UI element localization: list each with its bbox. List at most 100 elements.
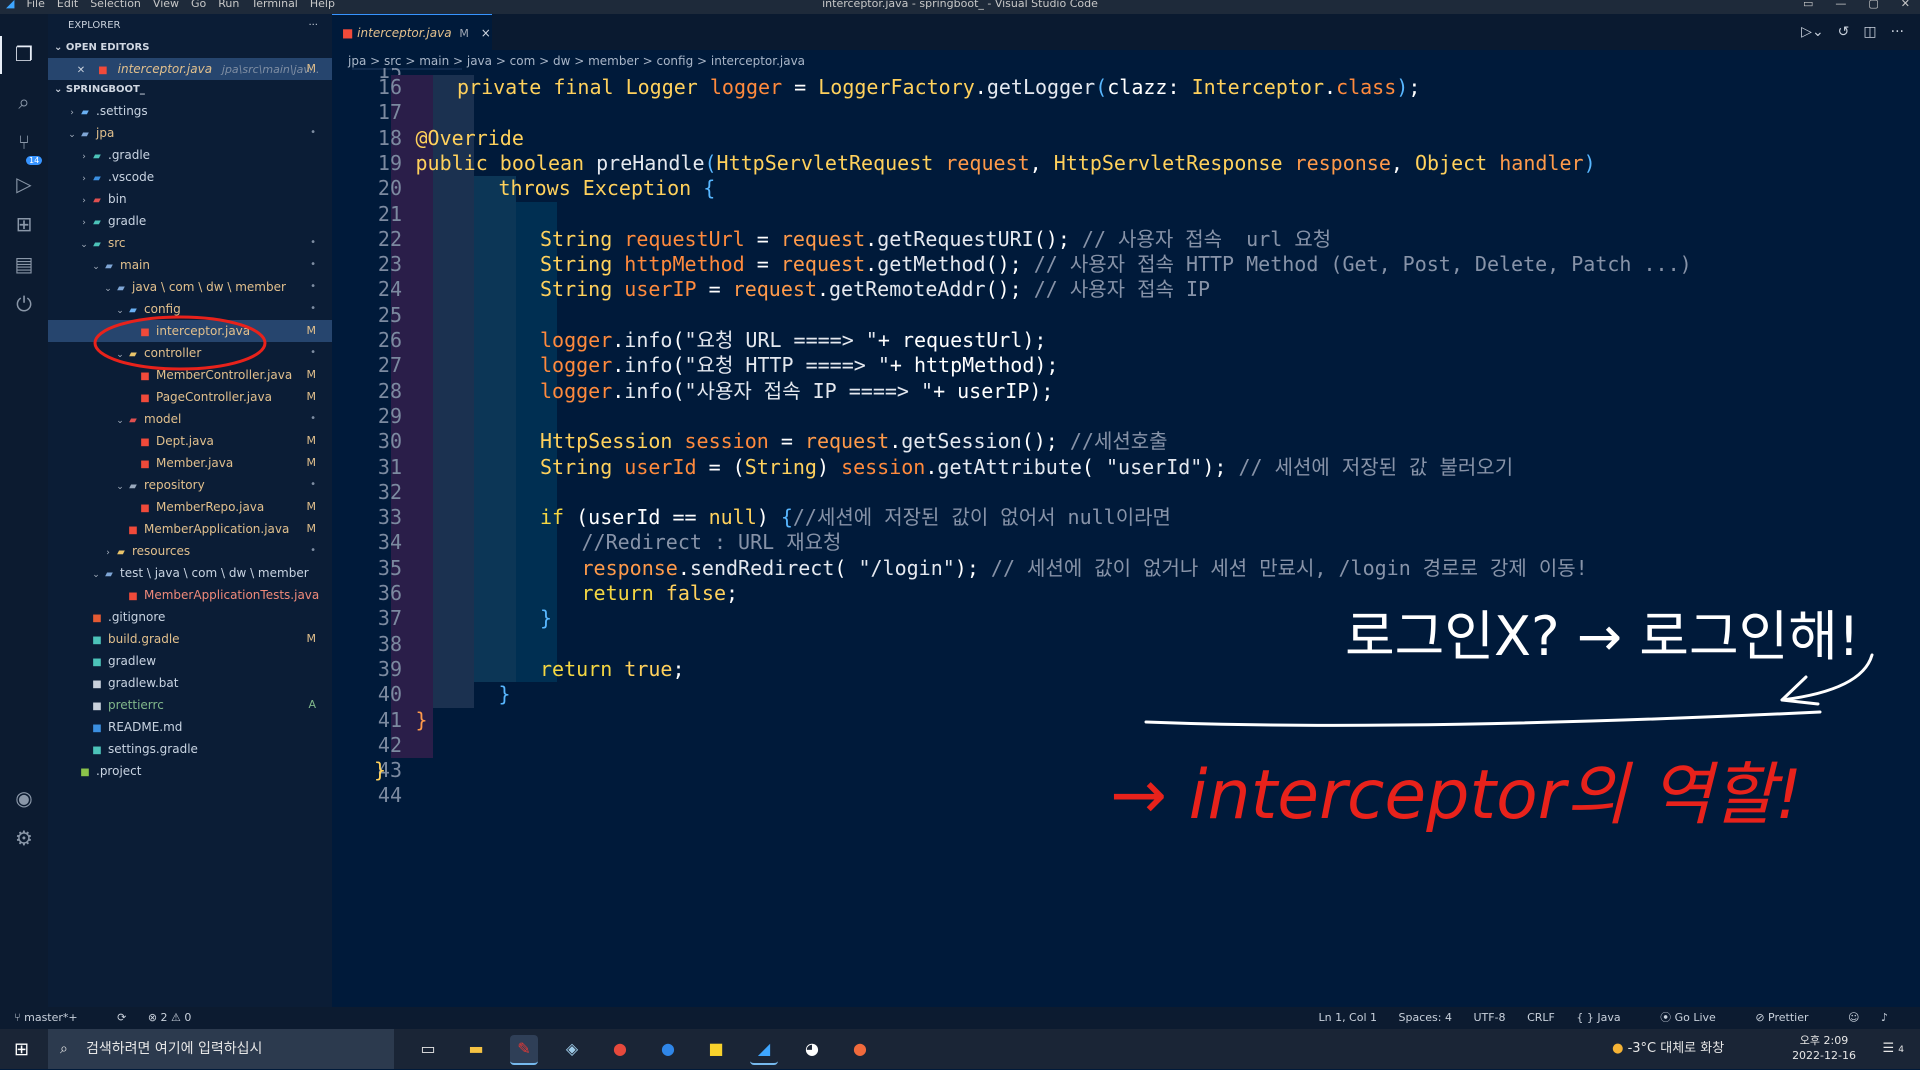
tree-item[interactable]: ■ gradlew	[48, 650, 332, 672]
line-number: 18	[377, 125, 402, 150]
workspace-section[interactable]: ⌄ SPRINGBOOT_	[48, 80, 332, 100]
weather-text[interactable]: -3°C 대체로 화창	[1628, 1041, 1725, 1056]
split-editor-icon[interactable]: ◫	[1863, 24, 1876, 40]
remote-explorer-icon[interactable]: ▤	[10, 250, 38, 278]
explorer-icon[interactable]: ❐	[10, 40, 38, 68]
tree-item[interactable]: › ▰ resources •	[48, 540, 332, 562]
tree-item[interactable]: › ▰ bin	[48, 188, 332, 210]
tree-item[interactable]: › ▰ .vscode	[48, 166, 332, 188]
code-line: 25	[332, 303, 1920, 328]
tree-item[interactable]: ■ .project	[48, 760, 332, 782]
close-window-icon[interactable]: ✕	[1901, 0, 1910, 10]
branch-indicator[interactable]: ⑂ master*+	[14, 1011, 96, 1024]
tree-item[interactable]: › ▰ .gradle	[48, 144, 332, 166]
tree-item[interactable]: ■ build.gradle M	[48, 628, 332, 650]
weather-icon[interactable]: ●	[1612, 1041, 1623, 1056]
file-explorer-icon[interactable]: ▬	[462, 1035, 490, 1063]
tree-item[interactable]: ⌄ ▰ model •	[48, 408, 332, 430]
breadcrumb[interactable]: jpa > src > main > java > com > dw > mem…	[348, 54, 805, 68]
feedback-icon[interactable]: ☺	[1848, 1011, 1859, 1024]
more-actions-icon[interactable]: ···	[308, 14, 318, 38]
search-icon[interactable]: ⌕	[10, 88, 38, 116]
tree-item[interactable]: ⌄ ▰ controller •	[48, 342, 332, 364]
code-token: ();	[985, 252, 1034, 277]
sync-icon[interactable]: ⟳	[117, 1011, 126, 1024]
cursor-position[interactable]: Ln 1, Col 1	[1318, 1011, 1377, 1024]
code-token: getLogger	[986, 75, 1096, 99]
postman-icon[interactable]: ●	[846, 1035, 874, 1063]
open-editor-item[interactable]: ✕ ■ interceptor.java jpa\src\main\jav...…	[48, 58, 332, 80]
run-icon[interactable]: ▷⌄	[1801, 24, 1824, 40]
tree-item[interactable]: › ▰ .settings	[48, 100, 332, 122]
tree-item[interactable]: ■ MemberRepo.java M	[48, 496, 332, 518]
more-icon[interactable]: ···	[1891, 24, 1904, 40]
tree-item[interactable]: ■ prettierrc A	[48, 694, 332, 716]
chrome-icon[interactable]: ●	[606, 1035, 634, 1063]
tree-item[interactable]: ■ interceptor.java M	[48, 320, 332, 342]
tree-item[interactable]: ⌄ ▰ main •	[48, 254, 332, 276]
tree-item[interactable]: ■ settings.gradle	[48, 738, 332, 760]
java-file-icon: ■	[98, 65, 108, 76]
code-token: (	[704, 150, 717, 175]
tree-item[interactable]: ⌄ ▰ test \ java \ com \ dw \ member	[48, 562, 332, 584]
taskbar-search[interactable]: ⌕ 검색하려면 여기에 입력하십시	[48, 1029, 394, 1069]
tree-item[interactable]: ■ MemberApplication.java M	[48, 518, 332, 540]
sticky-notes-icon[interactable]: ■	[702, 1035, 730, 1063]
tree-item-label: .gitignore	[108, 610, 166, 624]
minimize-icon[interactable]: —	[1835, 0, 1846, 10]
task-view-icon[interactable]: ▭	[414, 1035, 442, 1063]
edge-icon[interactable]: ●	[654, 1035, 682, 1063]
indentation[interactable]: Spaces: 4	[1399, 1011, 1452, 1024]
power-icon[interactable]: ⏻	[10, 290, 38, 318]
language-mode[interactable]: { } Java	[1576, 1011, 1638, 1024]
tree-item[interactable]: ■ gradlew.bat	[48, 672, 332, 694]
tree-item[interactable]: ⌄ ▰ config •	[48, 298, 332, 320]
history-icon[interactable]: ↺	[1838, 24, 1850, 40]
settings-gear-icon[interactable]: ⚙	[10, 824, 38, 852]
github-desktop-icon[interactable]: ◕	[798, 1035, 826, 1063]
chevron-down-icon: ⌄	[92, 570, 100, 580]
vscode-taskbar-icon[interactable]: ◢	[750, 1035, 778, 1065]
tree-item[interactable]: ⌄ ▰ repository •	[48, 474, 332, 496]
tree-item[interactable]: ■ MemberController.java M	[48, 364, 332, 386]
tree-item[interactable]: ■ MemberApplicationTests.java	[48, 584, 332, 606]
taskbar-clock[interactable]: 오후 2:09 2022-12-16	[1792, 1033, 1856, 1063]
horizontal-scrollbar[interactable]	[332, 993, 1920, 1007]
tree-item[interactable]: ⌄ ▰ src •	[48, 232, 332, 254]
windows-start-icon[interactable]: ⊞	[14, 1039, 29, 1060]
tree-item[interactable]: ⌄ ▰ jpa •	[48, 122, 332, 144]
extensions-icon[interactable]: ⊞	[10, 210, 38, 238]
tree-item[interactable]: ■ Dept.java M	[48, 430, 332, 452]
close-icon[interactable]: ✕	[74, 60, 88, 82]
tree-item[interactable]: ■ README.md	[48, 716, 332, 738]
search-placeholder: 검색하려면 여기에 입력하십시	[86, 1041, 263, 1057]
code-token: info	[624, 353, 673, 378]
encoding[interactable]: UTF-8	[1473, 1011, 1505, 1024]
line-ending[interactable]: CRLF	[1527, 1011, 1555, 1024]
notifications-bell-icon[interactable]: ♪	[1881, 1011, 1888, 1024]
code-editor[interactable]: 15 16 private final Logger logger = Logge…	[332, 68, 1920, 993]
prettier-button[interactable]: ⊘ Prettier	[1755, 1011, 1826, 1024]
problems-indicator[interactable]: ⊗ 2 ⚠ 0	[148, 1011, 192, 1024]
tree-item[interactable]: ■ Member.java M	[48, 452, 332, 474]
open-editors-section[interactable]: ⌄ OPEN EDITORS	[48, 38, 332, 58]
notification-center-icon[interactable]: ☰	[1882, 1041, 1894, 1056]
notes-app-icon[interactable]: ◈	[558, 1035, 586, 1063]
tree-item[interactable]: ■ .gitignore	[48, 606, 332, 628]
code-token: null	[708, 505, 757, 530]
layout-toggle-icon[interactable]: ▭	[1803, 0, 1813, 10]
go-live-button[interactable]: ⦿ Go Live	[1660, 1011, 1734, 1024]
tab-interceptor-java[interactable]: ■ interceptor.java M ×	[332, 14, 492, 50]
tree-item[interactable]: ⌄ ▰ java \ com \ dw \ member •	[48, 276, 332, 298]
app-pinned-icon[interactable]: ✎	[510, 1035, 538, 1065]
maximize-icon[interactable]: ▢	[1868, 0, 1878, 10]
source-control-icon[interactable]: ⑂	[10, 128, 38, 156]
tab-close-icon[interactable]: ×	[481, 26, 491, 40]
account-icon[interactable]: ◉	[10, 784, 38, 812]
tree-item-status: M	[306, 456, 317, 469]
tree-item[interactable]: › ▰ gradle	[48, 210, 332, 232]
code-token: .	[865, 226, 878, 251]
tree-item[interactable]: ■ PageController.java M	[48, 386, 332, 408]
code-token: String	[540, 277, 625, 302]
run-debug-icon[interactable]: ▷	[10, 170, 38, 198]
